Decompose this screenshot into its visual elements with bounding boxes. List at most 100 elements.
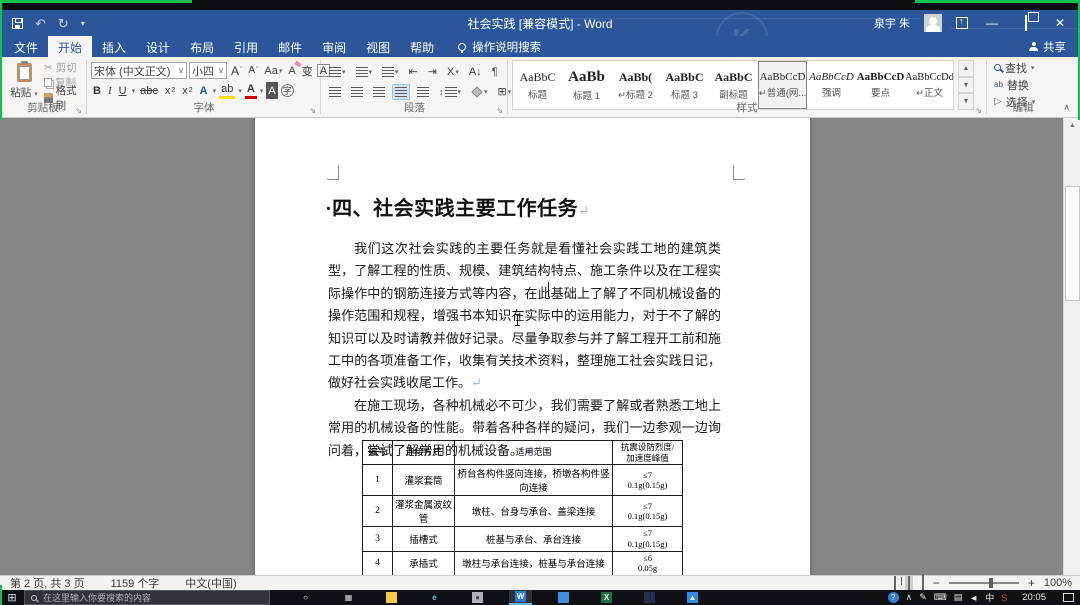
- vertical-scrollbar[interactable]: ▲: [1063, 118, 1080, 575]
- tell-me-box[interactable]: 操作说明搜索: [458, 36, 541, 57]
- share-button[interactable]: 共享: [1029, 36, 1080, 57]
- task-view-icon[interactable]: ▦: [337, 590, 360, 605]
- file-explorer-icon[interactable]: [380, 590, 403, 605]
- find-button[interactable]: 查找▾: [994, 60, 1035, 75]
- cut-button[interactable]: ✂剪切: [44, 61, 86, 74]
- tab-帮助[interactable]: 帮助: [400, 36, 444, 57]
- app-dark-icon[interactable]: [638, 590, 661, 605]
- network-icon[interactable]: ▤: [954, 592, 963, 603]
- enclose-characters-button[interactable]: 字: [281, 84, 294, 97]
- close-button[interactable]: ✕: [1050, 16, 1070, 30]
- superscript-button[interactable]: x2: [180, 82, 194, 99]
- restore-button[interactable]: [1016, 16, 1036, 30]
- character-shading-button[interactable]: A: [266, 82, 277, 99]
- action-center-icon[interactable]: [1063, 593, 1074, 602]
- increase-indent-button[interactable]: ⇥: [425, 62, 440, 81]
- redo-icon[interactable]: ↻: [58, 17, 69, 30]
- tab-设计[interactable]: 设计: [136, 36, 180, 57]
- sort-button[interactable]: A↓: [466, 63, 485, 81]
- font-dialog-launcher[interactable]: ⇘: [309, 106, 316, 115]
- tab-引用[interactable]: 引用: [224, 36, 268, 57]
- ribbon-display-options-icon[interactable]: [956, 17, 968, 29]
- grow-font-button[interactable]: Aˆ: [229, 62, 244, 79]
- word-icon[interactable]: W: [509, 590, 532, 605]
- word-count[interactable]: 1159 个字: [111, 575, 160, 591]
- document-page[interactable]: ·四、社会实践主要工作任务↵ 我们这次社会实践的主要任务就是看懂社会实践工地的建…: [255, 118, 810, 575]
- font-size-combo[interactable]: 小四∨: [189, 62, 227, 79]
- touch-keyboard-icon[interactable]: ⌨: [934, 592, 947, 603]
- highlight-button[interactable]: ab: [219, 82, 235, 99]
- taskbar-search-box[interactable]: 在这里输入你要搜索的内容: [24, 590, 270, 605]
- bold-button[interactable]: B: [91, 82, 103, 99]
- tab-开始[interactable]: 开始: [48, 36, 92, 57]
- styles-dialog-launcher[interactable]: ⇘: [975, 106, 982, 115]
- cortana-icon[interactable]: ○: [294, 590, 317, 605]
- phonetic-guide-button[interactable]: 变: [300, 62, 315, 79]
- align-center-button[interactable]: [348, 84, 366, 100]
- sogou-icon[interactable]: S: [1001, 593, 1007, 603]
- web-layout-button[interactable]: [922, 577, 924, 589]
- tab-插入[interactable]: 插入: [92, 36, 136, 57]
- help-badge-icon[interactable]: ?: [888, 592, 899, 603]
- ime-indicator[interactable]: 中: [985, 591, 994, 604]
- camera-icon[interactable]: ●: [466, 590, 489, 605]
- zoom-level[interactable]: 100%: [1044, 577, 1072, 589]
- photos-icon[interactable]: ▲: [681, 590, 704, 605]
- zoom-slider[interactable]: [949, 582, 1019, 584]
- volume-icon[interactable]: ◄: [969, 593, 978, 603]
- zoom-in-button[interactable]: +: [1028, 576, 1035, 590]
- scroll-up-button[interactable]: ▲: [1064, 118, 1080, 133]
- shading-button[interactable]: ▾: [468, 83, 491, 101]
- customize-qat-icon[interactable]: ▾: [81, 19, 85, 28]
- font-color-button[interactable]: A: [245, 82, 257, 99]
- subscript-button[interactable]: x2: [163, 82, 177, 99]
- user-name[interactable]: 泉宇 朱: [874, 15, 910, 31]
- change-case-button[interactable]: Aa▾: [262, 62, 284, 79]
- hidden-icons-chevron[interactable]: ∧: [906, 592, 913, 603]
- tab-审阅[interactable]: 审阅: [312, 36, 356, 57]
- align-left-button[interactable]: [326, 84, 344, 100]
- align-right-button[interactable]: [370, 84, 388, 100]
- decrease-indent-button[interactable]: ⇤: [406, 62, 421, 81]
- bullets-button[interactable]: ▾: [326, 64, 349, 80]
- undo-icon[interactable]: ↶: [35, 17, 46, 30]
- collapse-ribbon-button[interactable]: ∧: [1063, 102, 1070, 113]
- replace-button[interactable]: ab替换: [994, 77, 1029, 92]
- clipboard-dialog-launcher[interactable]: ⇘: [75, 106, 82, 115]
- read-mode-button[interactable]: [894, 577, 896, 589]
- line-spacing-button[interactable]: ↕▾: [436, 84, 464, 100]
- tab-视图[interactable]: 视图: [356, 36, 400, 57]
- app-blue-icon[interactable]: [552, 590, 575, 605]
- tab-布局[interactable]: 布局: [180, 36, 224, 57]
- justify-button[interactable]: [392, 84, 410, 100]
- clear-formatting-button[interactable]: A: [286, 62, 297, 79]
- edge-icon[interactable]: e: [423, 590, 446, 605]
- shrink-font-button[interactable]: Aˇ: [246, 62, 260, 79]
- tab-邮件[interactable]: 邮件: [268, 36, 312, 57]
- italic-button[interactable]: I: [106, 82, 114, 99]
- underline-button[interactable]: U: [117, 82, 129, 99]
- minimize-button[interactable]: —: [982, 16, 1002, 30]
- print-layout-button[interactable]: [905, 576, 913, 590]
- excel-icon[interactable]: X: [595, 590, 618, 605]
- gallery-up-button[interactable]: ▲: [958, 60, 974, 77]
- paragraph-dialog-launcher[interactable]: ⇘: [496, 106, 503, 115]
- asian-layout-button[interactable]: X▾: [444, 63, 462, 81]
- show-marks-button[interactable]: ¶: [489, 63, 501, 81]
- zoom-out-button[interactable]: −: [933, 576, 940, 590]
- text-effects-button[interactable]: A: [198, 82, 210, 99]
- tab-文件[interactable]: 文件: [4, 36, 48, 57]
- clock[interactable]: 20:05: [1022, 592, 1046, 603]
- numbering-button[interactable]: ▾: [353, 64, 376, 80]
- avatar[interactable]: [924, 14, 942, 32]
- page-indicator[interactable]: 第 2 页, 共 3 页: [10, 575, 85, 591]
- language-indicator[interactable]: 中文(中国): [185, 575, 236, 591]
- multilevel-list-button[interactable]: ▾: [379, 64, 402, 80]
- save-icon[interactable]: [12, 18, 23, 29]
- strikethrough-button[interactable]: abc: [138, 82, 160, 99]
- start-button[interactable]: ⊞: [0, 591, 24, 604]
- distribute-button[interactable]: [414, 84, 432, 100]
- scrollbar-thumb[interactable]: [1065, 186, 1080, 301]
- font-name-combo[interactable]: 宋体 (中文正文)∨: [91, 62, 187, 79]
- gallery-down-button[interactable]: ▼: [958, 77, 974, 94]
